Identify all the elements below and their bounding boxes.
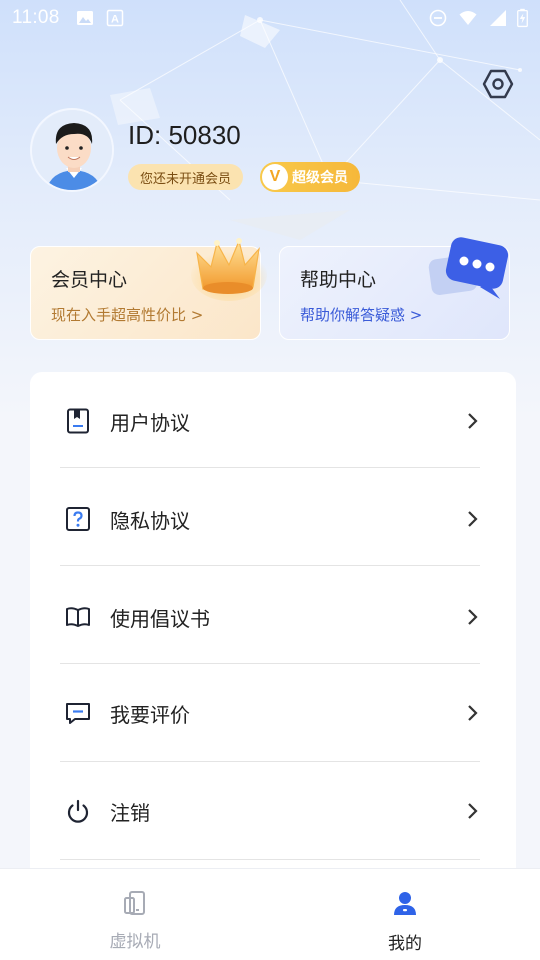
avatar-illustration	[32, 110, 112, 190]
book-icon	[66, 607, 90, 627]
menu-item-review[interactable]: 我要评价	[60, 664, 480, 762]
tab-mine[interactable]: 我的	[270, 869, 540, 960]
bottom-nav: 虚拟机 我的	[0, 868, 540, 960]
chat-bubble-icon	[428, 237, 509, 299]
divider	[60, 565, 480, 566]
person-icon	[394, 892, 416, 915]
divider	[60, 859, 480, 860]
menu-item-label: 隐私协议	[110, 508, 190, 533]
tab-virtual-machine[interactable]: 虚拟机	[0, 869, 270, 960]
menu-item-label: 注销	[110, 800, 150, 825]
menu-item-user-agreement[interactable]: 用户协议	[60, 372, 480, 470]
menu-item-label: 使用倡议书	[110, 606, 210, 631]
question-icon	[66, 507, 90, 531]
avatar[interactable]	[30, 108, 114, 192]
chevron-right-icon	[468, 803, 478, 819]
status-bar: 11:08 A	[0, 0, 540, 36]
chevron-right-icon	[468, 511, 478, 527]
header-background	[0, 0, 540, 420]
phone-icon	[124, 891, 145, 915]
menu-item-initiative[interactable]: 使用倡议书	[60, 568, 480, 666]
wifi-icon	[459, 11, 477, 25]
comment-icon	[66, 703, 90, 724]
menu-item-label: 用户协议	[110, 410, 190, 435]
status-time: 11:08	[12, 7, 60, 28]
document-icon	[67, 408, 89, 434]
battery-charging-icon	[517, 8, 528, 28]
menu-item-deactivate[interactable]: 注销	[60, 762, 480, 860]
menu-item-privacy[interactable]: 隐私协议	[60, 470, 480, 568]
help-center-card[interactable]: 帮助中心 帮助你解答疑惑 >	[279, 237, 510, 340]
menu-item-label: 我要评价	[110, 702, 190, 727]
image-icon	[76, 11, 93, 25]
profile-section: ID: 50830 您还未开通会员 V 超级会员	[30, 108, 510, 198]
crown-icon	[191, 238, 267, 301]
vip-center-subtitle: 现在入手超高性价比 >	[51, 306, 204, 324]
tab-label: 我的	[388, 934, 422, 954]
font-icon: A	[106, 9, 123, 27]
vip-status-badge: 您还未开通会员	[128, 164, 244, 190]
power-icon	[67, 799, 89, 823]
user-id: ID: 50830	[128, 120, 241, 150]
v-icon: V	[262, 164, 288, 190]
signal-icon	[490, 10, 506, 26]
hexagon-settings-icon	[482, 69, 514, 99]
svg-text:A: A	[111, 14, 119, 26]
chevron-right-icon	[468, 413, 478, 429]
tab-label: 虚拟机	[109, 932, 161, 952]
divider	[60, 467, 480, 468]
menu-list: 用户协议 隐私协议 使用倡议书 我要评价 注销	[30, 372, 516, 912]
svip-badge-label: 超级会员	[292, 170, 348, 186]
svip-badge[interactable]: V 超级会员	[260, 162, 360, 192]
chevron-right-icon	[468, 705, 478, 721]
do-not-disturb-icon	[429, 9, 447, 27]
chevron-right-icon	[468, 609, 478, 625]
vip-center-card[interactable]: 会员中心 现在入手超高性价比 >	[30, 238, 267, 340]
settings-button[interactable]	[480, 66, 516, 102]
